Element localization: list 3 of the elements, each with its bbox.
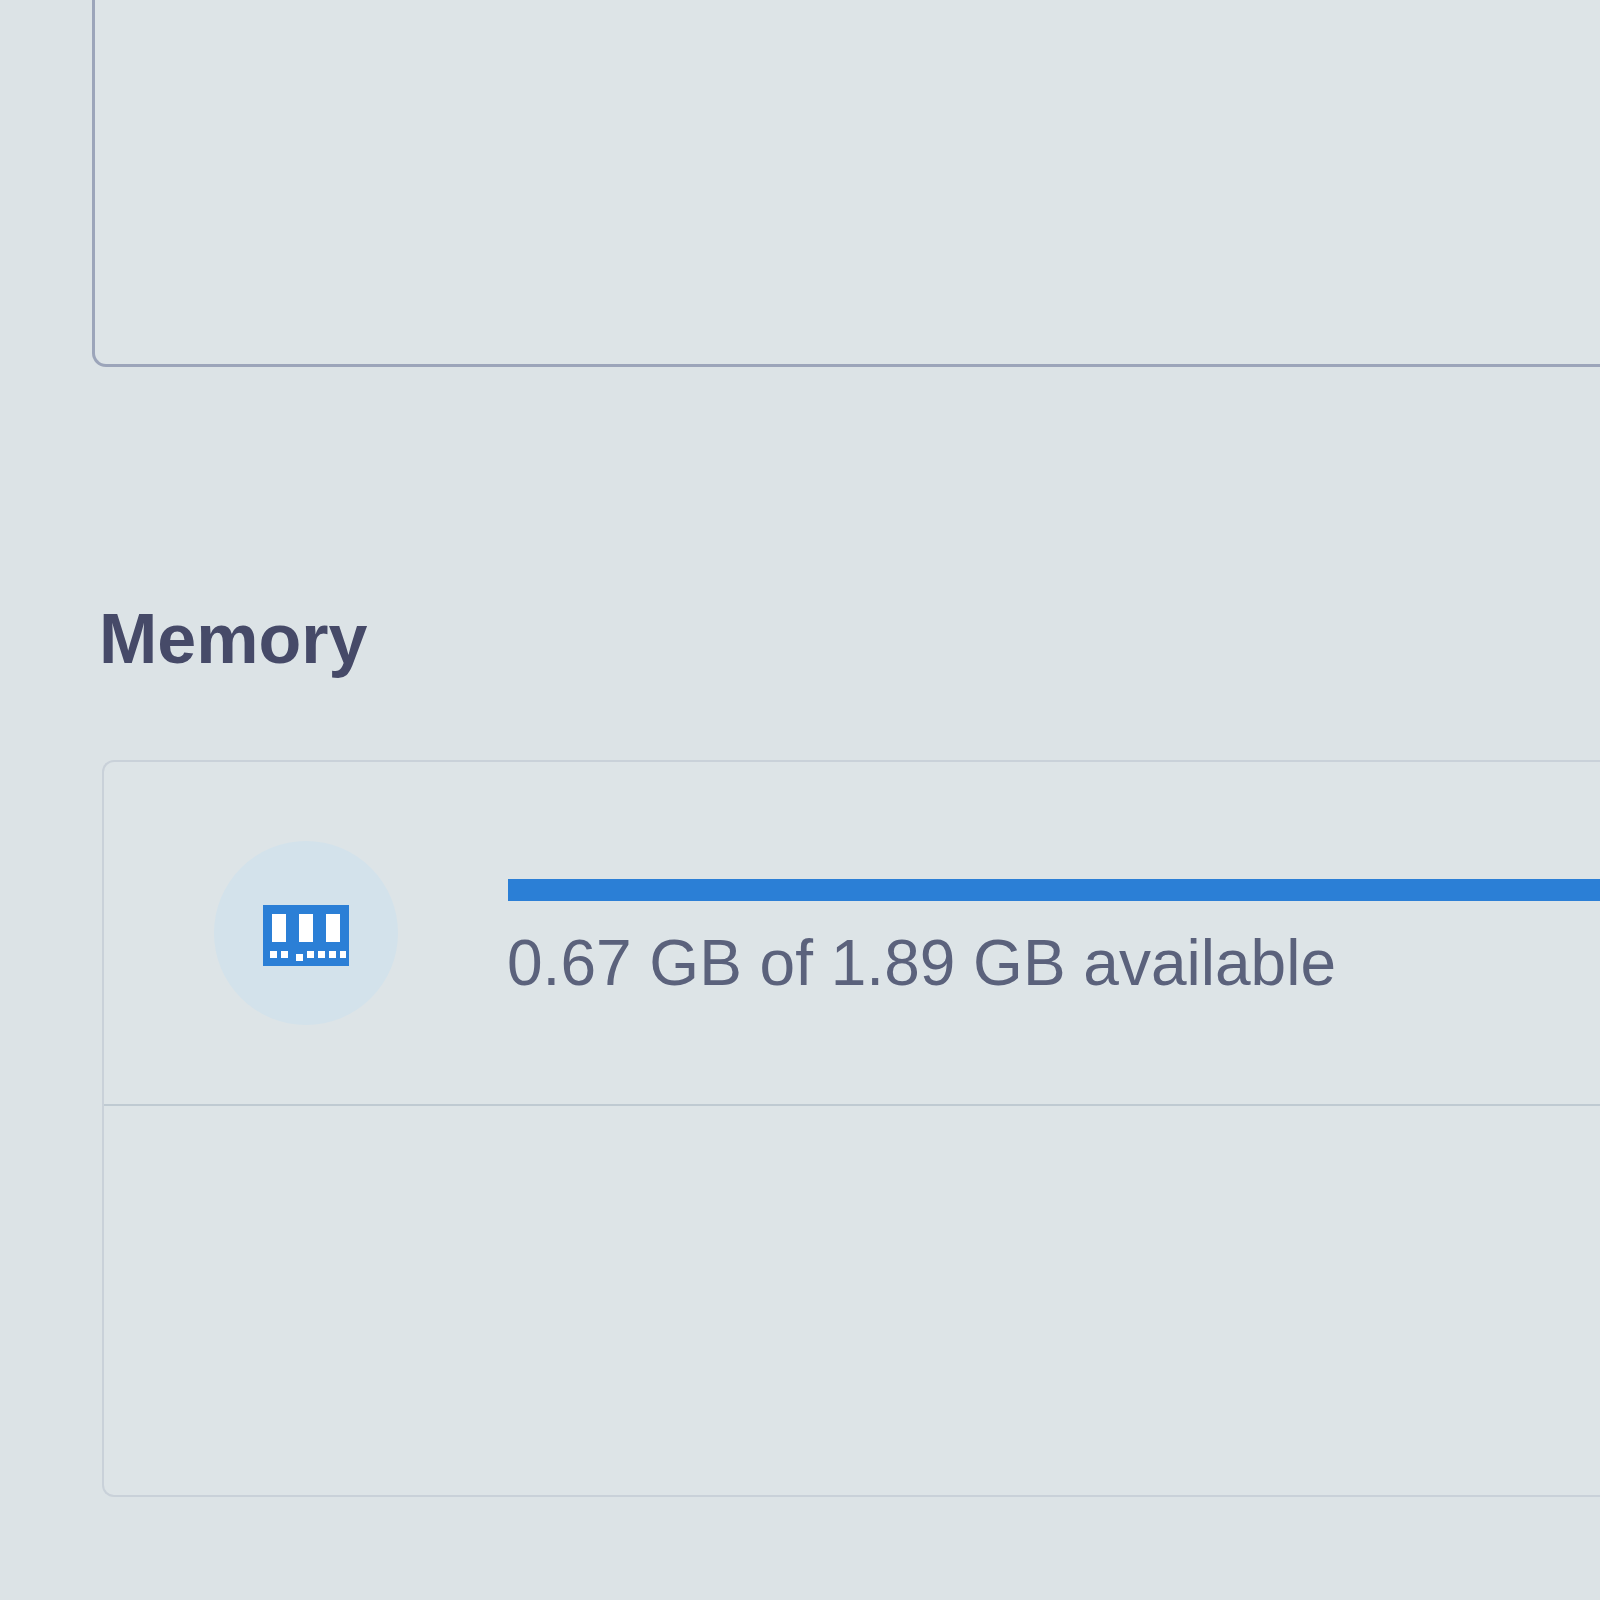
- memory-chip-icon: [214, 841, 398, 1025]
- memory-usage-text: 0.67 GB of 1.89 GB available: [507, 926, 1336, 1001]
- section-heading: Memory: [99, 599, 368, 680]
